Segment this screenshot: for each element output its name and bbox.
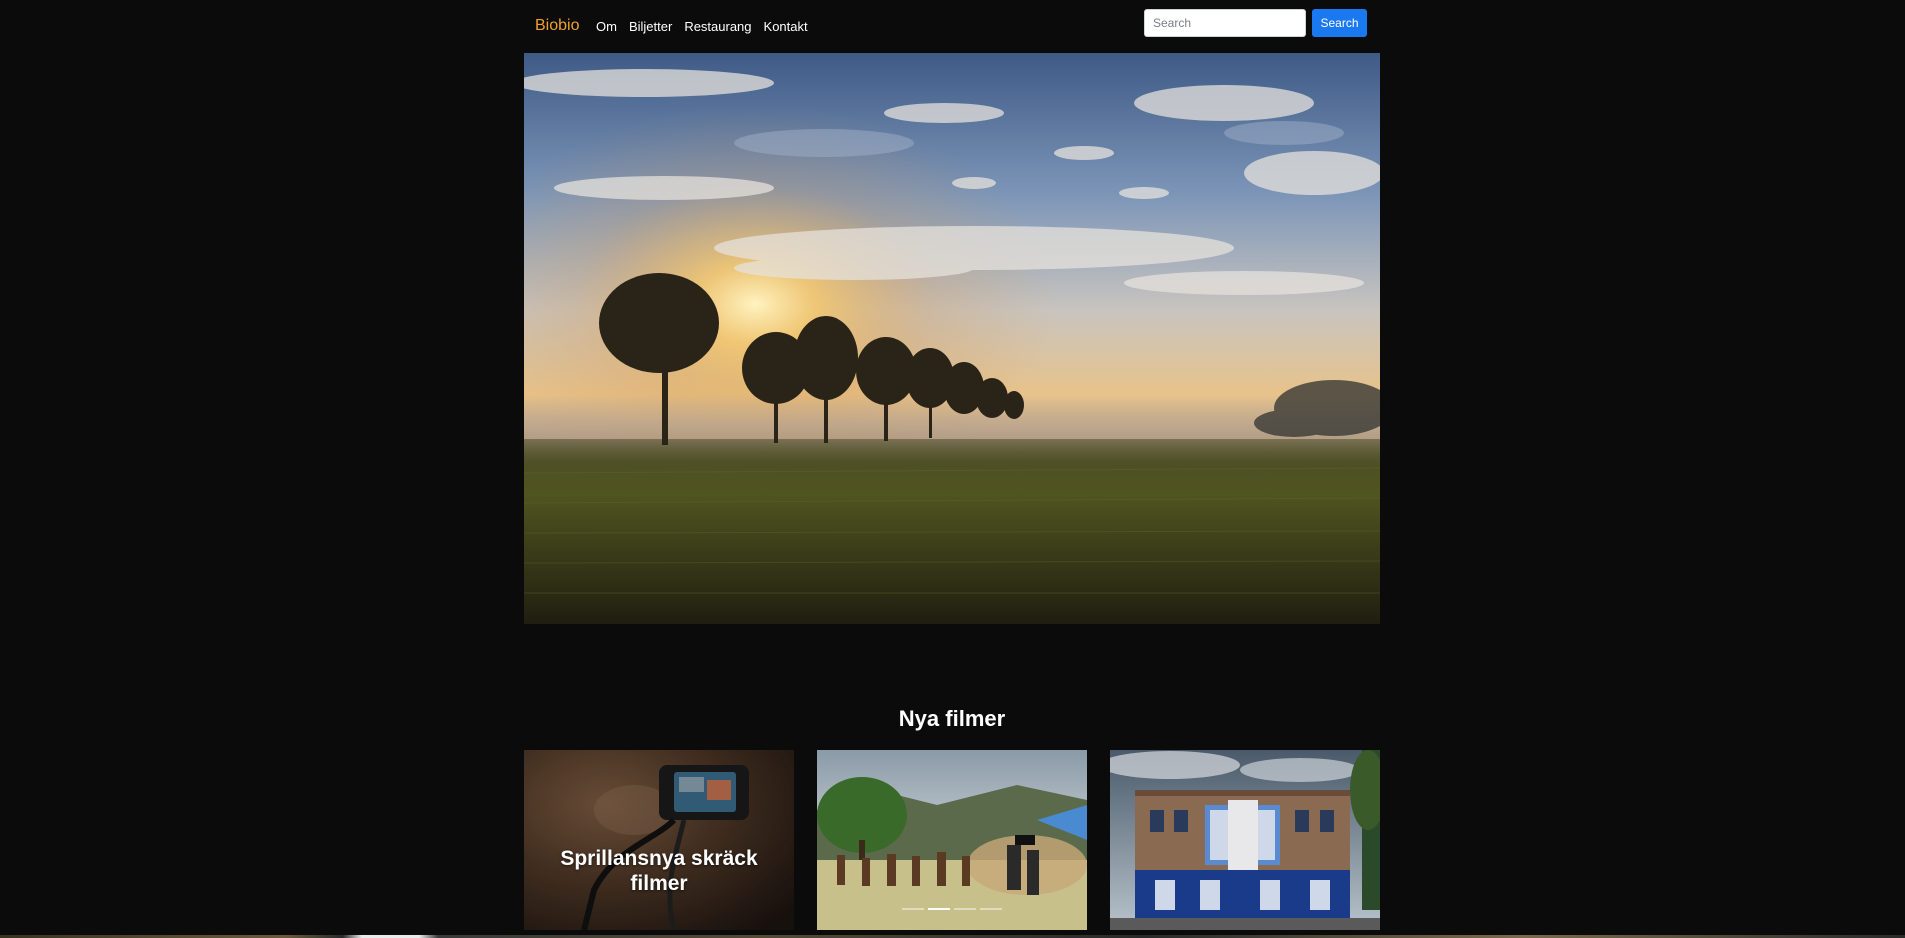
- film-card[interactable]: [1110, 750, 1380, 930]
- navbar: Biobio Om Biljetter Restaurang Kontakt S…: [524, 0, 1380, 52]
- carousel-indicator[interactable]: [902, 908, 924, 910]
- nav-links: Om Biljetter Restaurang Kontakt: [596, 19, 808, 35]
- film-crew-image: [817, 750, 1087, 930]
- carousel-indicator[interactable]: [928, 908, 950, 910]
- nav-link-biljetter[interactable]: Biljetter: [629, 19, 672, 35]
- carousel-indicator[interactable]: [954, 908, 976, 910]
- card-caption: Sprillansnya skräck filmer: [560, 847, 758, 895]
- section-title: Nya filmer: [898, 706, 1006, 731]
- page: Biobio Om Biljetter Restaurang Kontakt S…: [0, 0, 1905, 938]
- search-button[interactable]: Search: [1312, 9, 1367, 37]
- carousel-indicators: [817, 908, 1087, 910]
- film-card[interactable]: [817, 750, 1087, 930]
- nav-link-kontakt[interactable]: Kontakt: [764, 19, 808, 35]
- brand-link[interactable]: Biobio: [535, 17, 579, 35]
- movie-theater-image: [1110, 750, 1380, 930]
- nav-link-restaurang[interactable]: Restaurang: [684, 19, 751, 35]
- hero-landscape-illustration: [524, 53, 1380, 624]
- search-input[interactable]: [1144, 9, 1306, 37]
- search-form: Search: [1144, 9, 1367, 37]
- film-card[interactable]: Sprillansnya skräck filmer: [524, 750, 794, 930]
- camera-rig-image: [524, 750, 794, 930]
- carousel-indicator[interactable]: [980, 908, 1002, 910]
- nav-link-om[interactable]: Om: [596, 19, 617, 35]
- hero-image: [524, 53, 1380, 624]
- film-cards: Sprillansnya skräck filmer: [524, 750, 1380, 930]
